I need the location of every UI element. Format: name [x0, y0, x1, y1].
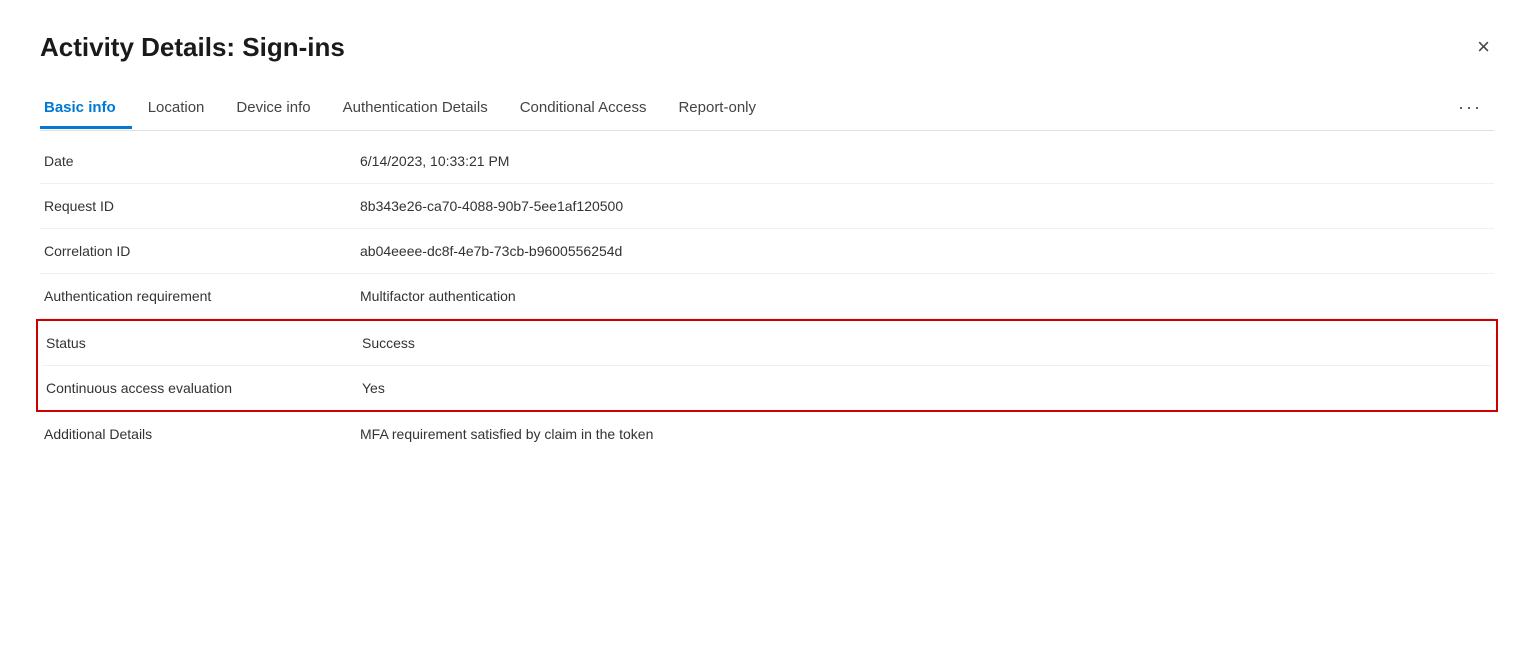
- details-table: Date 6/14/2023, 10:33:21 PM Request ID 8…: [40, 139, 1494, 456]
- tab-report-only[interactable]: Report-only: [662, 89, 772, 129]
- label-status: Status: [42, 335, 362, 351]
- value-request-id: 8b343e26-ca70-4088-90b7-5ee1af120500: [360, 198, 623, 214]
- close-button[interactable]: ×: [1473, 32, 1494, 62]
- label-additional-details: Additional Details: [40, 426, 360, 442]
- tab-device-info[interactable]: Device info: [220, 89, 326, 129]
- tabs-bar: Basic info Location Device info Authenti…: [40, 87, 1494, 131]
- tabs-more-button[interactable]: ···: [1446, 87, 1494, 131]
- dialog-header: Activity Details: Sign-ins ×: [40, 32, 1494, 63]
- row-status: Status Success: [42, 321, 1492, 366]
- row-correlation-id: Correlation ID ab04eeee-dc8f-4e7b-73cb-b…: [40, 229, 1494, 274]
- value-correlation-id: ab04eeee-dc8f-4e7b-73cb-b9600556254d: [360, 243, 622, 259]
- row-continuous-access: Continuous access evaluation Yes: [42, 366, 1492, 410]
- tab-authentication-details[interactable]: Authentication Details: [327, 89, 504, 129]
- tab-conditional-access[interactable]: Conditional Access: [504, 89, 663, 129]
- label-continuous-access: Continuous access evaluation: [42, 380, 362, 396]
- row-date: Date 6/14/2023, 10:33:21 PM: [40, 139, 1494, 184]
- tab-location[interactable]: Location: [132, 89, 221, 129]
- row-request-id: Request ID 8b343e26-ca70-4088-90b7-5ee1a…: [40, 184, 1494, 229]
- value-date: 6/14/2023, 10:33:21 PM: [360, 153, 509, 169]
- highlighted-section: Status Success Continuous access evaluat…: [36, 319, 1498, 412]
- label-correlation-id: Correlation ID: [40, 243, 360, 259]
- activity-details-dialog: Activity Details: Sign-ins × Basic info …: [0, 0, 1534, 650]
- label-auth-requirement: Authentication requirement: [40, 288, 360, 304]
- value-status: Success: [362, 335, 415, 351]
- label-request-id: Request ID: [40, 198, 360, 214]
- label-date: Date: [40, 153, 360, 169]
- tab-basic-info[interactable]: Basic info: [40, 89, 132, 129]
- row-additional-details: Additional Details MFA requirement satis…: [40, 412, 1494, 456]
- value-auth-requirement: Multifactor authentication: [360, 288, 516, 304]
- row-auth-requirement: Authentication requirement Multifactor a…: [40, 274, 1494, 319]
- value-additional-details: MFA requirement satisfied by claim in th…: [360, 426, 653, 442]
- dialog-title: Activity Details: Sign-ins: [40, 32, 345, 63]
- value-continuous-access: Yes: [362, 380, 385, 396]
